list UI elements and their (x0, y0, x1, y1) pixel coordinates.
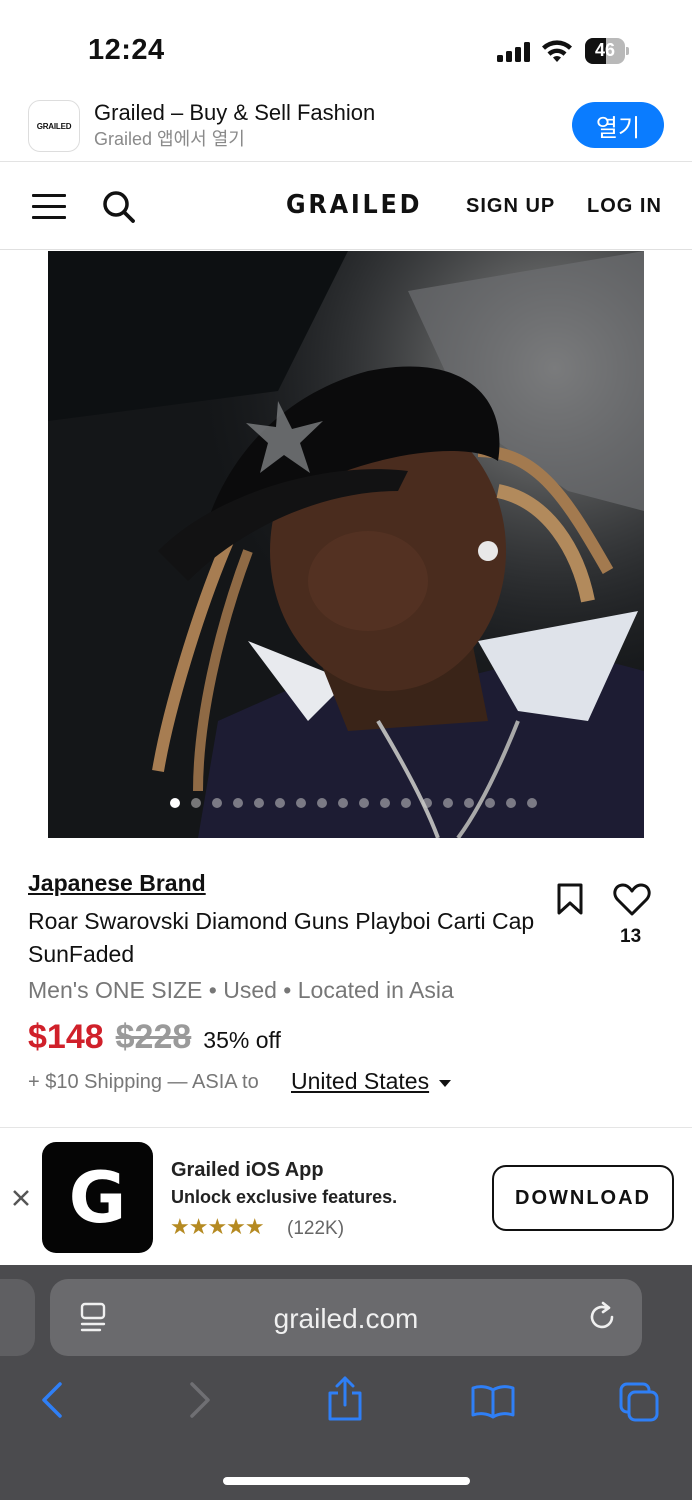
gallery-dot[interactable] (190, 798, 201, 808)
gallery-dot[interactable] (379, 798, 390, 808)
banner-app-title: Grailed – Buy & Sell Fashion (94, 100, 376, 125)
gallery-dot[interactable] (421, 798, 432, 808)
status-time: 12:24 (88, 34, 165, 66)
gallery-dot[interactable] (274, 798, 285, 808)
discount-label: 35% off (203, 1027, 281, 1053)
gallery-dot[interactable] (463, 798, 474, 808)
address-bar[interactable]: grailed.com (50, 1279, 642, 1356)
cellular-signal-icon (497, 42, 533, 62)
url-text: grailed.com (273, 1303, 419, 1334)
open-app-button[interactable]: 열기 (572, 102, 664, 148)
wifi-icon (542, 40, 572, 62)
search-icon[interactable] (101, 189, 137, 225)
battery-level: 46 (594, 40, 616, 60)
gallery-dot[interactable] (295, 798, 306, 808)
gallery-pagination (48, 798, 644, 808)
share-icon[interactable] (325, 1375, 365, 1423)
gallery-dot[interactable] (442, 798, 453, 808)
battery-icon: 46 (585, 38, 629, 64)
close-icon[interactable] (11, 1188, 31, 1208)
heart-icon[interactable] (613, 883, 651, 917)
hamburger-menu-icon[interactable] (32, 194, 66, 220)
gallery-dot[interactable] (337, 798, 348, 808)
original-price: $228 (115, 1018, 192, 1056)
product-image-illustration (48, 251, 644, 838)
grailed-logo[interactable]: GRAILED (286, 190, 422, 220)
reload-icon[interactable] (587, 1301, 619, 1333)
browser-toolbar: grailed.com (0, 1265, 692, 1500)
bookmark-icon[interactable] (556, 883, 584, 915)
log-in-link[interactable]: LOG IN (587, 195, 662, 218)
promo-subtitle: Unlock exclusive features. (171, 1187, 398, 1207)
gallery-dot[interactable] (505, 798, 516, 808)
forward-icon[interactable] (188, 1381, 214, 1419)
grailed-app-icon: GRAILED (28, 100, 80, 152)
grailed-g-app-icon: G (42, 1142, 153, 1253)
current-price: $148 (28, 1018, 104, 1056)
download-button[interactable]: DOWNLOAD (492, 1165, 674, 1231)
bookmarks-icon[interactable] (470, 1383, 516, 1419)
back-icon[interactable] (38, 1381, 64, 1419)
product-photo[interactable] (48, 251, 644, 838)
gallery-dot[interactable] (316, 798, 327, 808)
promo-title: Grailed iOS App (171, 1159, 324, 1181)
banner-app-subtitle: Grailed 앱에서 열기 (94, 129, 245, 149)
gallery-dot[interactable] (526, 798, 537, 808)
caret-down-icon[interactable] (439, 1080, 451, 1088)
app-smart-banner: GRAILED Grailed – Buy & Sell Fashion Gra… (0, 96, 692, 162)
app-download-promo: G Grailed iOS App Unlock exclusive featu… (0, 1127, 692, 1265)
like-count: 13 (620, 926, 642, 947)
rating-stars: ★★★★★ (170, 1214, 265, 1239)
gallery-dot[interactable] (358, 798, 369, 808)
status-bar: 12:24 46 (0, 0, 692, 96)
gallery-dot[interactable] (400, 798, 411, 808)
brand-link[interactable]: Japanese Brand (28, 870, 206, 897)
shipping-destination-select[interactable]: United States (291, 1068, 429, 1095)
previous-tab-preview[interactable] (0, 1279, 35, 1356)
sign-up-link[interactable]: SIGN UP (466, 195, 555, 218)
gallery-dot[interactable] (253, 798, 264, 808)
product-meta: Men's ONE SIZE • Used • Located in Asia (28, 977, 454, 1003)
rating-count: (122K) (287, 1218, 345, 1239)
site-header: GRAILED SIGN UP LOG IN (0, 163, 692, 250)
gallery-dot[interactable] (232, 798, 243, 808)
gallery-dot[interactable] (484, 798, 495, 808)
shipping-info: + $10 Shipping — ASIA to (28, 1071, 259, 1093)
price-row: $148 $228 35% off (28, 1018, 281, 1057)
product-title: Roar Swarovski Diamond Guns Playboi Cart… (28, 908, 535, 967)
home-indicator (223, 1477, 470, 1485)
gallery-dot[interactable] (169, 798, 180, 808)
gallery-dot[interactable] (211, 798, 222, 808)
tabs-icon[interactable] (618, 1381, 660, 1423)
